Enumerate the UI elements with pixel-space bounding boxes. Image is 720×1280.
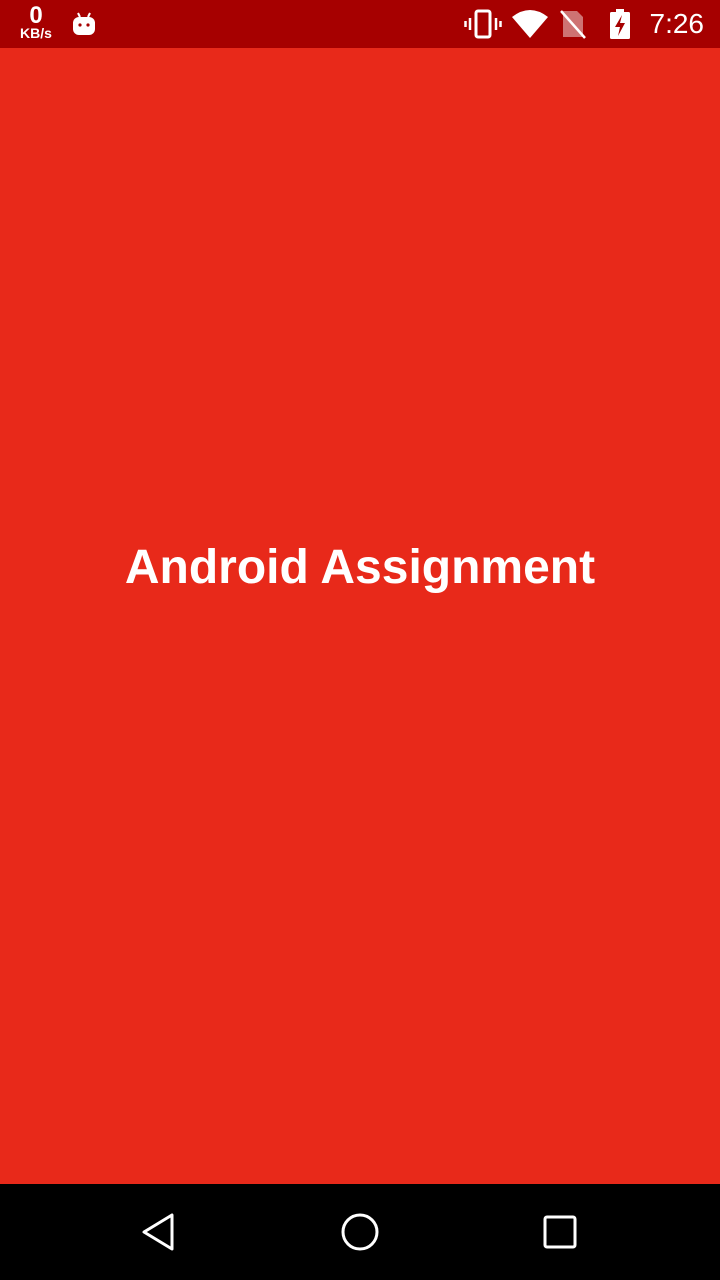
vibrate-icon bbox=[464, 0, 502, 48]
status-bar: 0 KB/s 7:26 bbox=[0, 0, 720, 48]
app-title: Android Assignment bbox=[124, 541, 596, 594]
splash-screen: 0 KB/s 7:26 Android Assignment bbox=[0, 0, 720, 1280]
android-debug-icon bbox=[70, 0, 98, 48]
navigation-bar bbox=[0, 1184, 720, 1280]
no-sim-icon bbox=[558, 0, 588, 48]
recents-button[interactable] bbox=[512, 1184, 608, 1280]
back-button[interactable] bbox=[112, 1184, 208, 1280]
status-clock: 7:26 bbox=[649, 8, 705, 39]
wifi-icon bbox=[511, 0, 549, 48]
home-button[interactable] bbox=[312, 1184, 408, 1280]
home-icon bbox=[341, 1213, 379, 1251]
network-speed-indicator: 0 KB/s bbox=[16, 4, 56, 41]
recents-icon bbox=[543, 1215, 577, 1249]
back-icon bbox=[142, 1213, 174, 1251]
battery-charging-icon bbox=[606, 0, 634, 48]
network-speed-unit: KB/s bbox=[20, 25, 52, 41]
main-content bbox=[0, 48, 720, 1184]
